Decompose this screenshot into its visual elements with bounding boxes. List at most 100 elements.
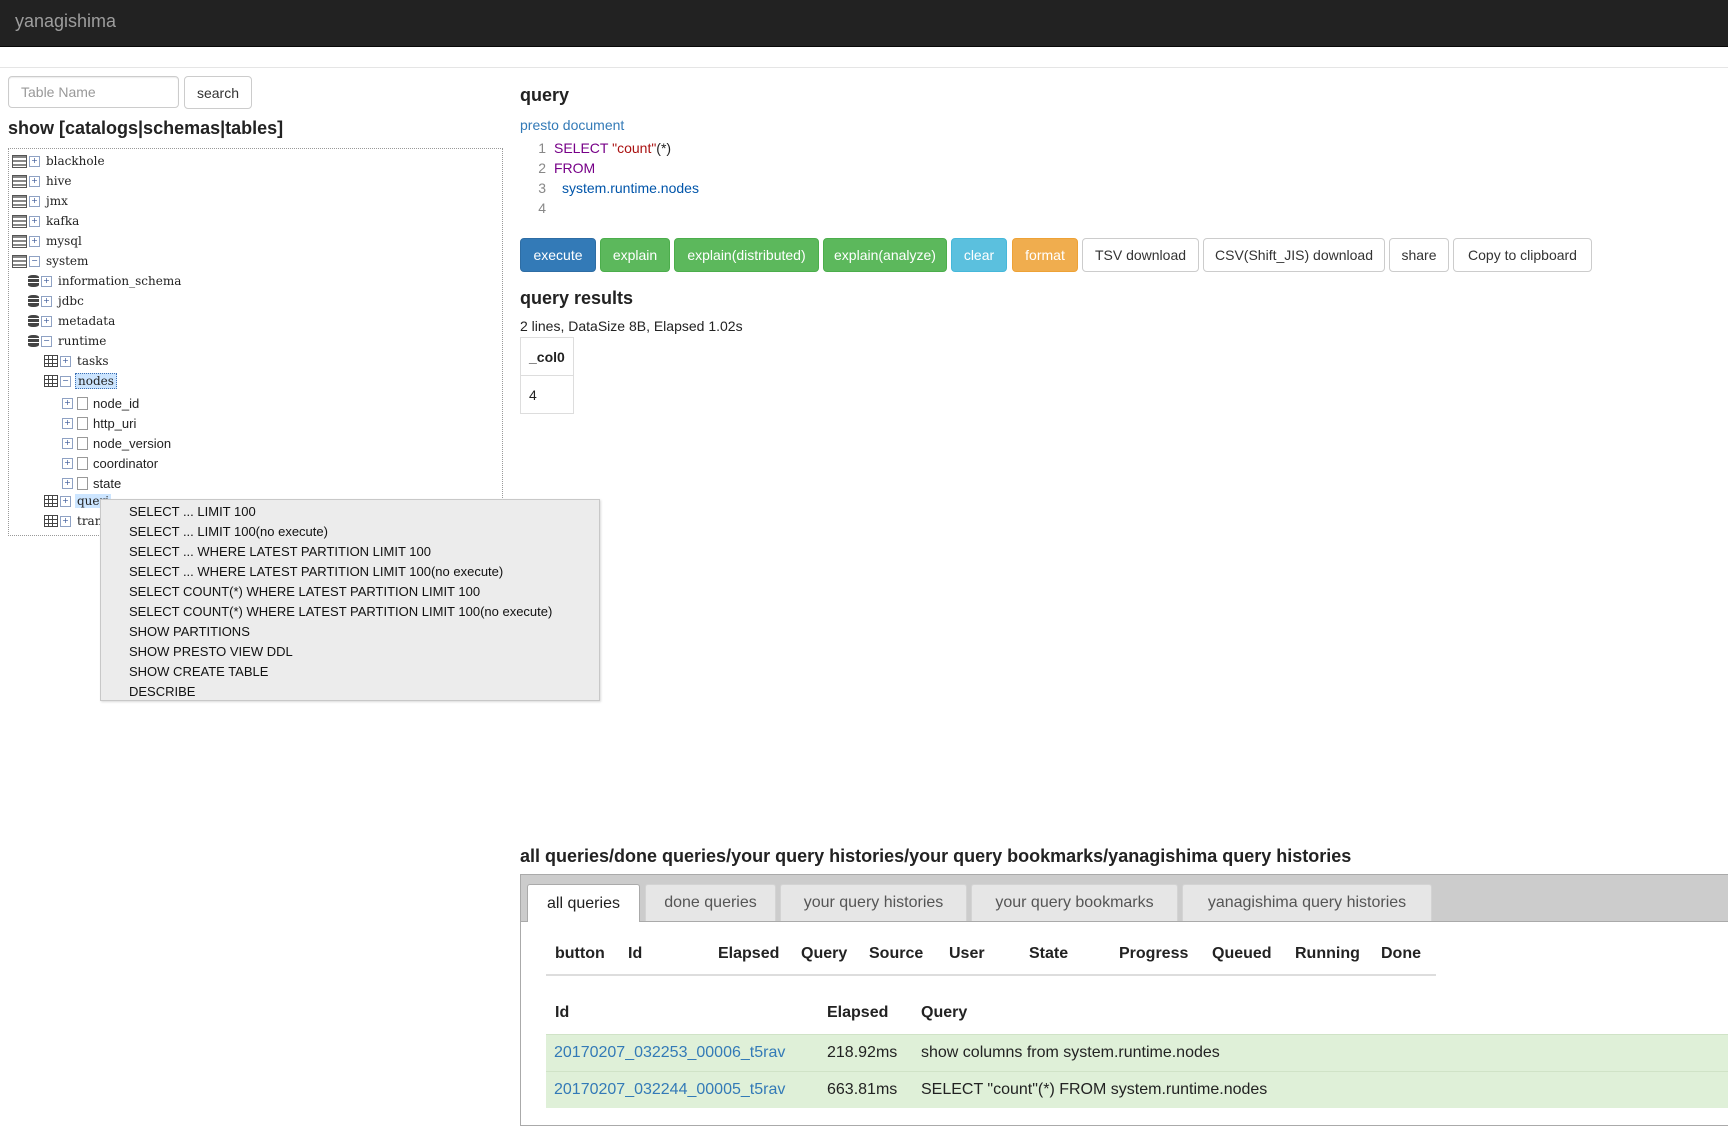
line-number: 3 [538,180,546,196]
menu-item-show-presto-view-ddl[interactable]: SHOW PRESTO VIEW DDL [129,644,293,659]
share-button[interactable]: share [1389,238,1449,272]
file-icon [77,436,88,450]
col-header-done: Done [1381,945,1421,962]
history-tabs: all queries done queries your query hist… [520,874,1728,1126]
server-icon [12,254,27,268]
tsv-download-button[interactable]: TSV download [1082,238,1199,272]
clear-button[interactable]: clear [951,238,1007,272]
query-id-link[interactable]: 20170207_032244_00005_t5rav [554,1081,785,1098]
expand-icon[interactable]: + [62,397,73,409]
tree-node-http-uri[interactable]: + http_uri [60,415,136,431]
database-icon [28,295,39,307]
menu-item-count-latest-partition[interactable]: SELECT COUNT(*) WHERE LATEST PARTITION L… [129,584,480,599]
results-cell: 4 [520,375,574,414]
tab-bar: all queries done queries your query hist… [521,875,1728,922]
tree-node-kafka[interactable]: + kafka [12,213,81,229]
elapsed-cell: 218.92ms [827,1044,898,1061]
explain-analyze-button[interactable]: explain(analyze) [823,238,947,272]
col-header-elapsed-2: Elapsed [827,1004,889,1021]
table-name-input[interactable] [8,76,179,108]
menu-item-count-latest-partition-no-execute[interactable]: SELECT COUNT(*) WHERE LATEST PARTITION L… [129,604,552,619]
col-header-button: button [555,945,605,962]
server-icon [12,194,27,208]
menu-item-select-limit[interactable]: SELECT ... LIMIT 100 [129,504,256,519]
explain-distributed-button[interactable]: explain(distributed) [674,238,819,272]
collapse-icon[interactable]: − [29,255,40,267]
query-title: query [520,85,570,105]
tree-node-node-version[interactable]: + node_version [60,435,171,451]
server-icon [12,154,27,168]
tree-node-transactions[interactable]: + tran [44,513,104,529]
expand-icon[interactable]: + [29,215,40,227]
tree-node-information-schema[interactable]: + information_schema [28,273,183,289]
query-cell: SELECT "count"(*) FROM system.runtime.no… [921,1081,1268,1098]
query-editor[interactable]: 1 2 3 4 SELECT "count"(*) FROM system.ru… [520,138,1220,220]
tree-node-jdbc[interactable]: + jdbc [28,293,86,309]
expand-icon[interactable]: + [29,235,40,247]
expand-icon[interactable]: + [62,437,73,449]
tree-node-tasks[interactable]: + tasks [44,353,111,369]
menu-item-select-limit-no-execute[interactable]: SELECT ... LIMIT 100(no execute) [129,524,328,539]
table-icon [44,515,58,527]
tab-yanagishima-query-histories[interactable]: yanagishima query histories [1182,884,1432,921]
file-icon [77,456,88,470]
tree-node-metadata[interactable]: + metadata [28,313,117,329]
collapse-icon[interactable]: − [60,375,71,387]
expand-icon[interactable]: + [62,457,73,469]
expand-icon[interactable]: + [62,477,73,489]
tree-node-runtime[interactable]: − runtime [28,333,108,349]
tree-heading: show [catalogs|schemas|tables] [8,118,284,138]
expand-icon[interactable]: + [60,495,71,507]
menu-item-select-latest-partition[interactable]: SELECT ... WHERE LATEST PARTITION LIMIT … [129,544,431,559]
expand-icon[interactable]: + [29,175,40,187]
navbar: yanagishima [0,0,1728,47]
expand-icon[interactable]: + [60,515,71,527]
expand-icon[interactable]: + [60,355,71,367]
expand-icon[interactable]: + [62,417,73,429]
code-line-1: SELECT "count"(*) [554,140,672,156]
tab-done-queries[interactable]: done queries [645,884,776,921]
tab-your-query-histories[interactable]: your query histories [780,884,967,921]
tree-node-system[interactable]: − system [12,253,90,269]
format-button[interactable]: format [1012,238,1078,272]
tree-node-hive[interactable]: + hive [12,173,73,189]
server-icon [12,234,27,248]
menu-item-select-latest-partition-no-execute[interactable]: SELECT ... WHERE LATEST PARTITION LIMIT … [129,564,503,579]
copy-to-clipboard-button[interactable]: Copy to clipboard [1453,238,1592,272]
tree-node-nodes[interactable]: − nodes [44,373,117,389]
line-number: 1 [538,140,546,156]
search-button[interactable]: search [184,76,252,109]
execute-button[interactable]: execute [520,238,596,272]
tree-node-blackhole[interactable]: + blackhole [12,153,107,169]
tab-all-queries[interactable]: all queries [527,884,640,922]
expand-icon[interactable]: + [29,195,40,207]
expand-icon[interactable]: + [29,155,40,167]
expand-icon[interactable]: + [41,275,52,287]
catalog-tree[interactable]: + blackhole + hive + jmx + kafka + mysql − sys… [8,148,503,536]
explain-button[interactable]: explain [600,238,670,272]
expand-icon[interactable]: + [41,295,52,307]
tree-node-state[interactable]: + state [60,475,121,491]
tree-node-coordinator[interactable]: + coordinator [60,455,158,471]
expand-icon[interactable]: + [41,315,52,327]
tree-node-mysql[interactable]: + mysql [12,233,84,249]
brand-logo[interactable]: yanagishima [15,11,116,32]
csv-download-button[interactable]: CSV(Shift_JIS) download [1203,238,1385,272]
menu-item-show-create-table[interactable]: SHOW CREATE TABLE [129,664,268,679]
file-icon [77,476,88,490]
table-row: 20170207_032244_00005_t5rav 663.81ms SEL… [546,1071,1728,1108]
query-id-link[interactable]: 20170207_032253_00006_t5rav [554,1044,785,1061]
tree-node-node-id[interactable]: + node_id [60,395,139,411]
collapse-icon[interactable]: − [41,335,52,347]
tree-node-jmx[interactable]: + jmx [12,193,70,209]
table-icon [44,355,58,367]
tab-your-query-bookmarks[interactable]: your query bookmarks [971,884,1178,921]
table-icon [44,495,58,507]
query-cell: show columns from system.runtime.nodes [921,1044,1220,1061]
menu-item-show-partitions[interactable]: SHOW PARTITIONS [129,624,250,639]
menu-item-describe[interactable]: DESCRIBE [129,684,195,699]
presto-document-link[interactable]: presto document [520,117,624,133]
col-header-running: Running [1295,945,1360,962]
code-line-3: system.runtime.nodes [562,180,699,196]
divider [0,67,1728,68]
